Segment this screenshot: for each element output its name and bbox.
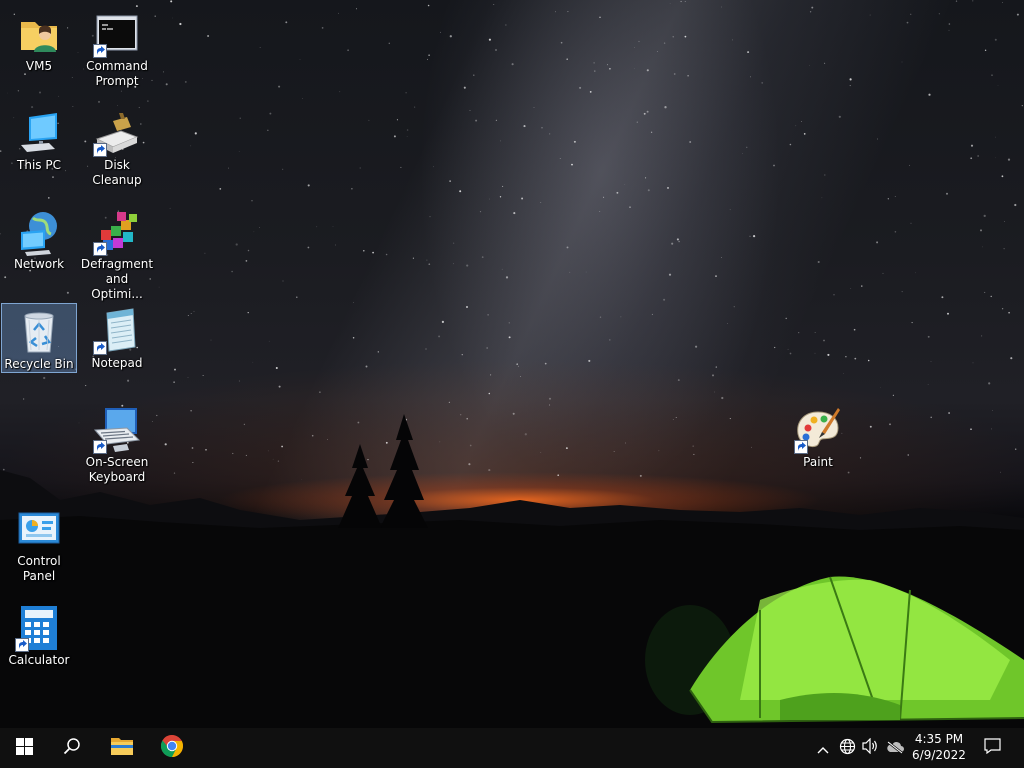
notepad-icon (93, 307, 141, 355)
computer-icon (15, 109, 63, 157)
volume-icon (862, 737, 880, 758)
taskbar-chrome[interactable] (148, 728, 196, 768)
keyboard-icon (93, 406, 141, 454)
volume-tray-button[interactable] (860, 728, 882, 768)
folder-icon (110, 736, 134, 760)
shortcut-arrow-icon (794, 440, 808, 454)
desktop-icon-label: Command Prompt (86, 59, 148, 88)
control-panel-icon (15, 505, 63, 553)
windows-logo-icon (15, 737, 33, 759)
taskbar: 4:35 PM 6/9/2022 (0, 728, 1024, 768)
desktop-icon-label: Control Panel (17, 554, 61, 583)
shortcut-arrow-icon (93, 44, 107, 58)
chrome-icon (160, 734, 184, 762)
desktop-icon-recycle-bin[interactable]: Recycle Bin (1, 303, 77, 373)
desktop-icon-on-screen-keyboard[interactable]: On-Screen Keyboard (79, 402, 155, 484)
shortcut-arrow-icon (93, 341, 107, 355)
desktop-icon-command-prompt[interactable]: Command Prompt (79, 6, 155, 88)
network-icon (15, 208, 63, 256)
globe-icon (839, 738, 856, 759)
desktop-icon-calculator[interactable]: Calculator (1, 600, 77, 670)
desktop-icon-label: Network (13, 257, 65, 271)
desktop-icon-label: Notepad (91, 356, 143, 370)
cloud-offline-icon (886, 739, 904, 758)
user-folder-icon (15, 10, 63, 58)
desktop-icon-label: Calculator (8, 653, 70, 667)
onedrive-tray-button[interactable] (884, 728, 906, 768)
paint-palette-icon (794, 406, 842, 454)
defragment-icon (93, 208, 141, 256)
clock-time: 4:35 PM (914, 732, 964, 746)
recycle-bin-icon (15, 308, 63, 356)
shortcut-arrow-icon (93, 440, 107, 454)
desktop-icon-label: Recycle Bin (4, 357, 74, 371)
clock-date: 6/9/2022 (912, 748, 966, 762)
start-button[interactable] (0, 728, 48, 768)
action-center-button[interactable] (978, 728, 1006, 768)
network-tray-button[interactable] (836, 728, 858, 768)
desktop-icon-label: Paint (803, 455, 833, 469)
desktop-icon-label: Disk Cleanup (92, 158, 142, 187)
desktop-icon-notepad[interactable]: Notepad (79, 303, 155, 373)
desktop-icon-vm5[interactable]: VM5 (1, 6, 77, 76)
desktop-icon-control-panel[interactable]: Control Panel (1, 501, 77, 583)
shortcut-arrow-icon (15, 638, 29, 652)
calculator-icon (15, 604, 63, 652)
desktop-icon-label: VM5 (25, 59, 53, 73)
desktop-icon-label: This PC (17, 158, 61, 172)
taskbar-clock[interactable]: 4:35 PM 6/9/2022 (906, 731, 972, 765)
search-button[interactable] (48, 728, 96, 768)
desktop-icon-label: Defragment and Optimi... (80, 257, 154, 301)
desktop-icon-network[interactable]: Network (1, 204, 77, 274)
shortcut-arrow-icon (93, 242, 107, 256)
desktop-icon-paint[interactable]: Paint (780, 402, 856, 472)
disk-cleanup-icon (93, 109, 141, 157)
action-center-icon (983, 738, 1001, 758)
chevron-up-icon (817, 739, 829, 758)
shortcut-arrow-icon (93, 143, 107, 157)
desktop-icon-disk-cleanup[interactable]: Disk Cleanup (79, 105, 155, 187)
desktop-icon-label: On-Screen Keyboard (85, 455, 149, 484)
show-hidden-icons-button[interactable] (814, 728, 832, 768)
desktop-icon-this-pc[interactable]: This PC (1, 105, 77, 175)
taskbar-file-explorer[interactable] (98, 728, 146, 768)
search-icon (63, 737, 81, 759)
command-prompt-icon (93, 10, 141, 58)
desktop-icon-defragment[interactable]: Defragment and Optimi... (79, 204, 155, 301)
